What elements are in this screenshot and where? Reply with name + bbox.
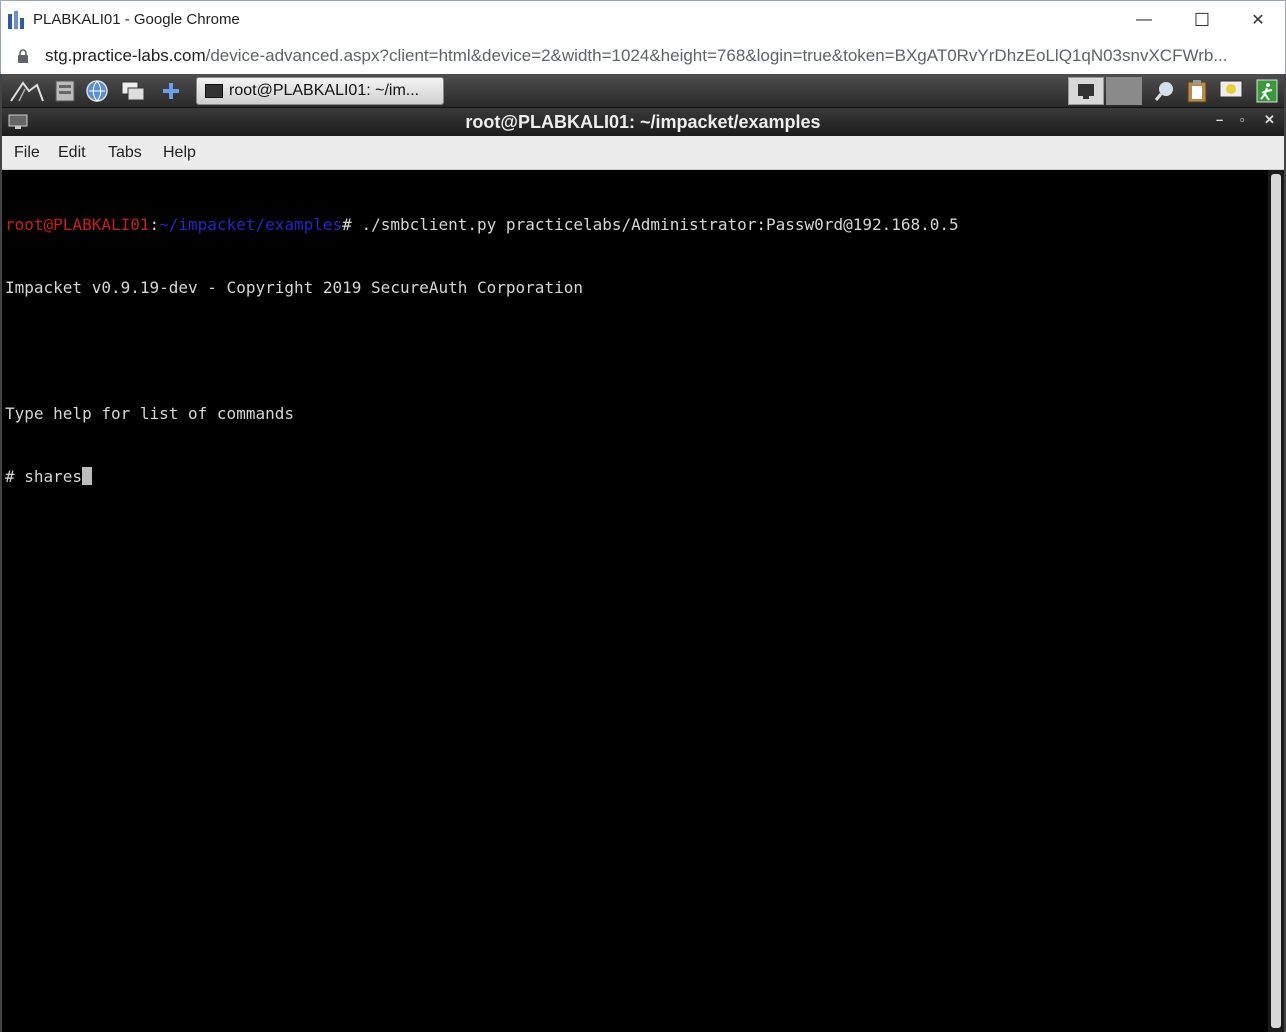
maximize-button[interactable]: ☐ [1173, 1, 1231, 39]
prompt-path: ~/impacket/examples [159, 215, 343, 234]
terminal-icon [205, 84, 223, 98]
url-host: stg.practice-labs.com [45, 46, 206, 65]
prompt-end: # [342, 215, 362, 234]
prompt-user: root@PLABKALI01 [5, 215, 150, 234]
terminal-menu-bar: File Edit Tabs Help [2, 136, 1284, 170]
minimize-button[interactable]: — [1115, 1, 1173, 39]
lock-icon [18, 49, 28, 63]
close-button[interactable]: ✕ [1229, 1, 1286, 39]
input-line[interactable]: # shares [5, 466, 1268, 487]
current-input: # shares [5, 467, 83, 486]
menu-edit[interactable]: Edit [58, 144, 86, 162]
prompt-separator: : [149, 215, 160, 234]
command-text: ./smbclient.py practicelabs/Administrato… [361, 215, 959, 234]
text-cursor [82, 467, 93, 485]
kali-menu-icon[interactable] [8, 78, 46, 104]
terminal-minimize-button[interactable]: – [1216, 112, 1223, 127]
prompt-line: root@PLABKALI01:~/impacket/examples# ./s… [5, 214, 1268, 235]
power-manager-icon[interactable] [1218, 78, 1244, 104]
scrollbar-thumb[interactable] [1271, 174, 1281, 1028]
taskbar-terminal-button[interactable]: root@PLABKALI01: ~/im... [196, 77, 444, 105]
desktop-panel: root@PLABKALI01: ~/im... [2, 74, 1284, 108]
terminal-title-bar: root@PLABKALI01: ~/impacket/examples – ▫… [2, 108, 1284, 136]
menu-help[interactable]: Help [163, 144, 196, 162]
remote-desktop[interactable]: root@PLABKALI01: ~/im... root@PLABKALI01… [0, 74, 1286, 1032]
terminal-output[interactable]: root@PLABKALI01:~/impacket/examples# ./s… [2, 170, 1268, 1032]
url-path: /device-advanced.aspx?client=html&device… [205, 46, 1228, 65]
menu-tabs[interactable]: Tabs [108, 144, 142, 162]
add-icon[interactable] [158, 78, 184, 104]
file-manager-icon[interactable] [52, 78, 78, 104]
output-line: Type help for list of commands [5, 404, 294, 423]
browser-title-bar: PLABKALI01 - Google Chrome — ☐ ✕ [0, 0, 1286, 38]
terminal-scrollbar[interactable] [1268, 170, 1284, 1032]
practice-labs-app-icon [8, 11, 24, 29]
logout-icon[interactable] [1254, 78, 1280, 104]
terminal-close-button[interactable]: ✕ [1264, 112, 1275, 128]
address-bar[interactable]: stg.practice-labs.com/device-advanced.as… [0, 38, 1286, 74]
menu-file[interactable]: File [14, 144, 40, 162]
maximize-icon: ☐ [1193, 9, 1211, 30]
clipboard-icon[interactable] [1184, 78, 1210, 104]
desktop-switch-icon[interactable] [120, 78, 146, 104]
output-line: Impacket v0.9.19-dev - Copyright 2019 Se… [5, 278, 583, 297]
taskbar-terminal-label: root@PLABKALI01: ~/im... [229, 82, 420, 99]
terminal-title: root@PLABKALI01: ~/impacket/examples [465, 112, 821, 132]
close-icon: ✕ [1251, 12, 1265, 29]
desktop-pager-inactive[interactable] [1106, 77, 1142, 105]
web-browser-icon[interactable] [84, 78, 110, 104]
url-text[interactable]: stg.practice-labs.com/device-advanced.as… [45, 46, 1227, 66]
minimize-icon: — [1136, 11, 1152, 28]
desktop-pager-active[interactable] [1068, 77, 1104, 105]
window-title: PLABKALI01 - Google Chrome [33, 11, 240, 28]
terminal-maximize-button[interactable]: ▫ [1240, 112, 1245, 127]
search-icon[interactable] [1152, 78, 1178, 104]
